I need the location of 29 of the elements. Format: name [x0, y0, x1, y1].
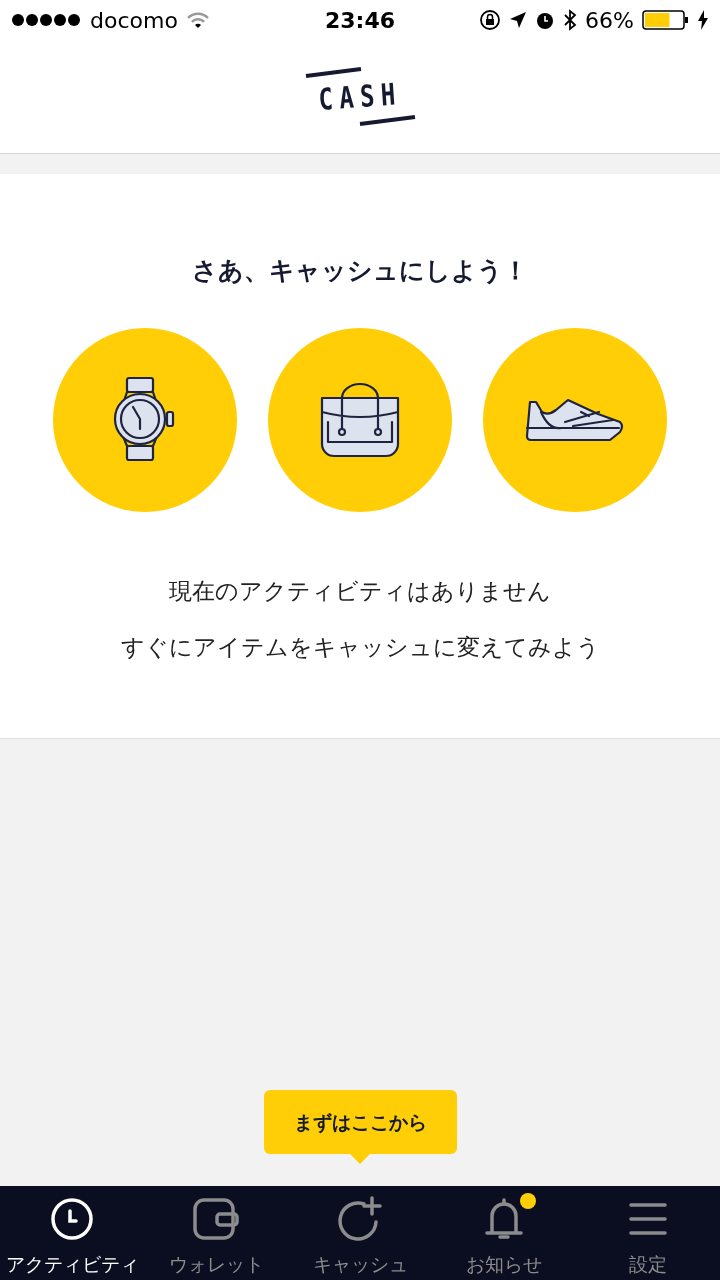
watch-icon [113, 375, 177, 464]
empty-state-title: さあ、キャッシュにしよう！ [192, 255, 528, 287]
tab-button[interactable]: アクティビティ [0, 1186, 144, 1280]
wifi-icon [185, 11, 210, 29]
location-icon [509, 11, 528, 29]
carrier-name: docomo [90, 6, 178, 35]
tab-button[interactable]: お知らせ [432, 1186, 576, 1280]
rotation-lock-icon [479, 9, 502, 31]
wallet-icon [192, 1197, 240, 1241]
clock-time: 23:46 [325, 6, 395, 35]
start-here-tooltip[interactable]: まずはここから [263, 1090, 457, 1154]
empty-state-text: すぐにアイテムをキャッシュに変えてみよう [120, 633, 600, 662]
bluetooth-icon [563, 9, 578, 31]
charging-icon [698, 10, 708, 30]
menu-icon [629, 1202, 667, 1236]
bag-icon [320, 381, 400, 458]
clock-icon [50, 1197, 94, 1241]
alarm-icon [535, 10, 556, 30]
tab-button[interactable]: 設定 [576, 1186, 720, 1280]
tab-button[interactable]: キャッシュ [288, 1186, 432, 1280]
bell-icon [484, 1196, 524, 1242]
tab-button[interactable]: ウォレット [144, 1186, 288, 1280]
empty-state-text: 現在のアクティビティはありません [169, 576, 551, 606]
battery-percent: 66% [585, 6, 634, 35]
signal-icon [12, 14, 82, 26]
sneaker-icon [525, 397, 625, 442]
tooltip-arrow [350, 1154, 370, 1164]
cash-logo: CASH [304, 66, 416, 127]
refresh-plus-icon [336, 1196, 384, 1242]
